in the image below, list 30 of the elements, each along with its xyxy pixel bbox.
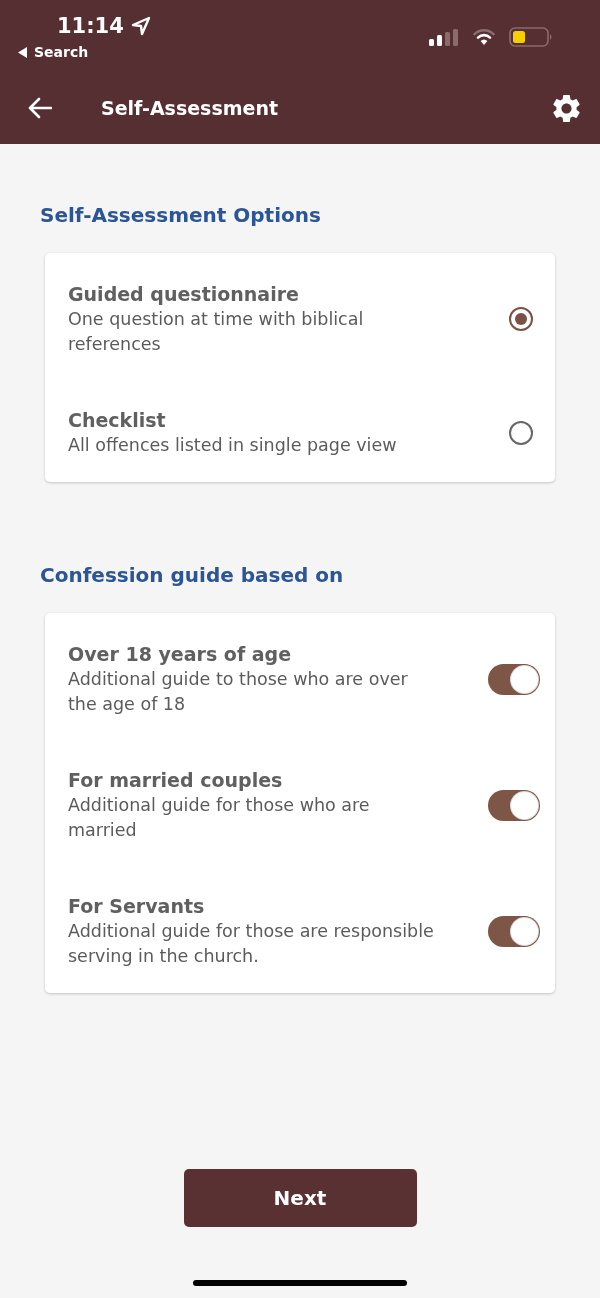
option-description: Additional guide for those who are married — [68, 794, 371, 842]
back-button[interactable] — [28, 97, 52, 119]
toggle-switch[interactable] — [488, 789, 540, 821]
wifi-icon — [473, 28, 495, 45]
option-title: For married couples — [68, 768, 283, 793]
back-to-app-link[interactable]: Search — [18, 43, 89, 61]
option-title: For Servants — [68, 894, 205, 919]
option-description: Additional guide for those are responsible serving in the church. — [68, 920, 435, 968]
toggle-switch[interactable] — [488, 915, 540, 947]
toggle-switch[interactable] — [488, 663, 540, 695]
triangle-icon — [18, 46, 27, 58]
back-arrow-icon — [28, 97, 52, 119]
settings-icon — [553, 94, 580, 122]
settings-button[interactable] — [553, 94, 580, 122]
section-heading: Confession guide based on — [40, 562, 345, 589]
option-description: All offences listed in single page view — [68, 434, 397, 457]
option-description: One question at time with biblical references — [68, 308, 365, 356]
section-heading: Self-Assessment Options — [40, 202, 322, 229]
option-description: Additional guide to those who are over the age of 18 — [68, 668, 409, 716]
location-arrow-icon — [130, 16, 151, 36]
option-title: Checklist — [68, 408, 166, 433]
option-title: Guided questionnaire — [68, 282, 299, 307]
radio-button[interactable] — [509, 307, 533, 331]
signal-icon — [429, 29, 459, 46]
option-title: Over 18 years of age — [68, 642, 292, 667]
status-time: 11:14 — [57, 14, 124, 38]
next-button[interactable]: Next — [183, 1169, 417, 1227]
screen-title: Self-Assessment — [101, 96, 279, 121]
battery-icon — [509, 27, 553, 47]
radio-button[interactable] — [509, 420, 533, 445]
